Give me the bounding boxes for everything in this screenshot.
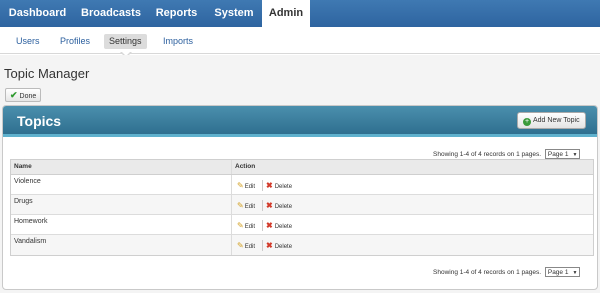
table-header-row: Name Action: [11, 160, 593, 175]
delete-label: Delete: [274, 224, 293, 230]
topic-name: Homework: [14, 218, 48, 225]
done-label: Done: [19, 93, 37, 100]
table-row: Homework ✎Edit ✖ Delete: [11, 215, 593, 235]
delete-link[interactable]: ✖ Delete: [266, 181, 292, 191]
chevron-down-icon: ▼: [572, 270, 578, 276]
pager-text-top: Showing 1-4 of 4 records on 1 pages.: [433, 151, 542, 158]
edit-label: Edit: [244, 184, 256, 190]
check-icon: ✔: [10, 90, 18, 100]
table-row: Violence ✎Edit ✖ Delete: [11, 175, 593, 195]
topic-name: Violence: [14, 178, 41, 185]
edit-label: Edit: [244, 244, 256, 250]
subnav-profiles[interactable]: Profiles: [55, 34, 95, 49]
top-nav: Dashboard Broadcasts Reports System Admi…: [0, 0, 600, 27]
topics-panel: Topics + Add New Topic Showing 1-4 of 4 r…: [2, 105, 598, 290]
header-name: Name: [14, 163, 32, 170]
delete-label: Delete: [274, 204, 293, 210]
table-row: Drugs ✎Edit ✖ Delete: [11, 195, 593, 215]
delete-link[interactable]: ✖ Delete: [266, 221, 292, 231]
topics-table: Name Action Violence ✎Edit ✖ Delete Drugs…: [10, 159, 594, 256]
sub-nav: Users Profiles Settings Imports: [0, 27, 600, 54]
edit-label: Edit: [244, 224, 256, 230]
edit-link[interactable]: ✎Edit: [237, 241, 255, 251]
x-icon: ✖: [266, 201, 273, 210]
action-separator: [262, 220, 263, 231]
pencil-icon: ✎: [237, 241, 244, 250]
pencil-icon: ✎: [237, 201, 244, 210]
chevron-down-icon: ▼: [572, 152, 578, 158]
panel-header: Topics + Add New Topic: [3, 106, 597, 137]
topic-name: Vandalism: [14, 238, 47, 245]
x-icon: ✖: [266, 181, 273, 190]
table-row: Vandalism ✎Edit ✖ Delete: [11, 235, 593, 255]
subnav-settings[interactable]: Settings: [104, 34, 147, 49]
column-divider: [231, 175, 232, 194]
nav-system[interactable]: System: [206, 0, 262, 27]
page-select-top-value: Page 1: [547, 151, 569, 158]
add-new-topic-button[interactable]: + Add New Topic: [517, 112, 586, 129]
column-divider: [231, 215, 232, 234]
done-button[interactable]: ✔ Done: [5, 88, 42, 102]
nav-dashboard[interactable]: Dashboard: [0, 0, 75, 27]
edit-link[interactable]: ✎Edit: [237, 201, 255, 211]
panel-title: Topics: [17, 113, 62, 129]
x-icon: ✖: [266, 221, 273, 230]
column-divider: [231, 235, 232, 255]
delete-label: Delete: [274, 184, 293, 190]
column-divider: [231, 160, 232, 174]
delete-label: Delete: [274, 244, 293, 250]
pencil-icon: ✎: [237, 181, 244, 190]
pager-top: Showing 1-4 of 4 records on 1 pages. Pag…: [433, 149, 581, 159]
x-icon: ✖: [266, 241, 273, 250]
action-separator: [262, 180, 263, 191]
subnav-imports[interactable]: Imports: [158, 34, 198, 49]
nav-reports[interactable]: Reports: [147, 0, 206, 27]
pager-text-bottom: Showing 1-4 of 4 records on 1 pages.: [433, 269, 542, 276]
nav-admin[interactable]: Admin: [262, 0, 310, 27]
nav-broadcasts[interactable]: Broadcasts: [75, 0, 147, 27]
topic-name: Drugs: [14, 198, 33, 205]
page-title: Topic Manager: [4, 66, 90, 81]
column-divider: [231, 195, 232, 214]
edit-link[interactable]: ✎Edit: [237, 181, 255, 191]
plus-circle-icon: +: [523, 118, 531, 126]
page-select-bottom[interactable]: Page 1 ▼: [544, 267, 581, 277]
action-separator: [262, 240, 263, 251]
delete-link[interactable]: ✖ Delete: [266, 201, 292, 211]
edit-link[interactable]: ✎Edit: [237, 221, 255, 231]
page-select-bottom-value: Page 1: [547, 269, 569, 276]
delete-link[interactable]: ✖ Delete: [266, 241, 292, 251]
action-separator: [262, 200, 263, 211]
pencil-icon: ✎: [237, 221, 244, 230]
pager-bottom: Showing 1-4 of 4 records on 1 pages. Pag…: [433, 267, 581, 277]
edit-label: Edit: [244, 204, 256, 210]
add-new-topic-label: Add New Topic: [533, 117, 580, 124]
subnav-users[interactable]: Users: [11, 34, 45, 49]
page-select-top[interactable]: Page 1 ▼: [544, 149, 581, 159]
